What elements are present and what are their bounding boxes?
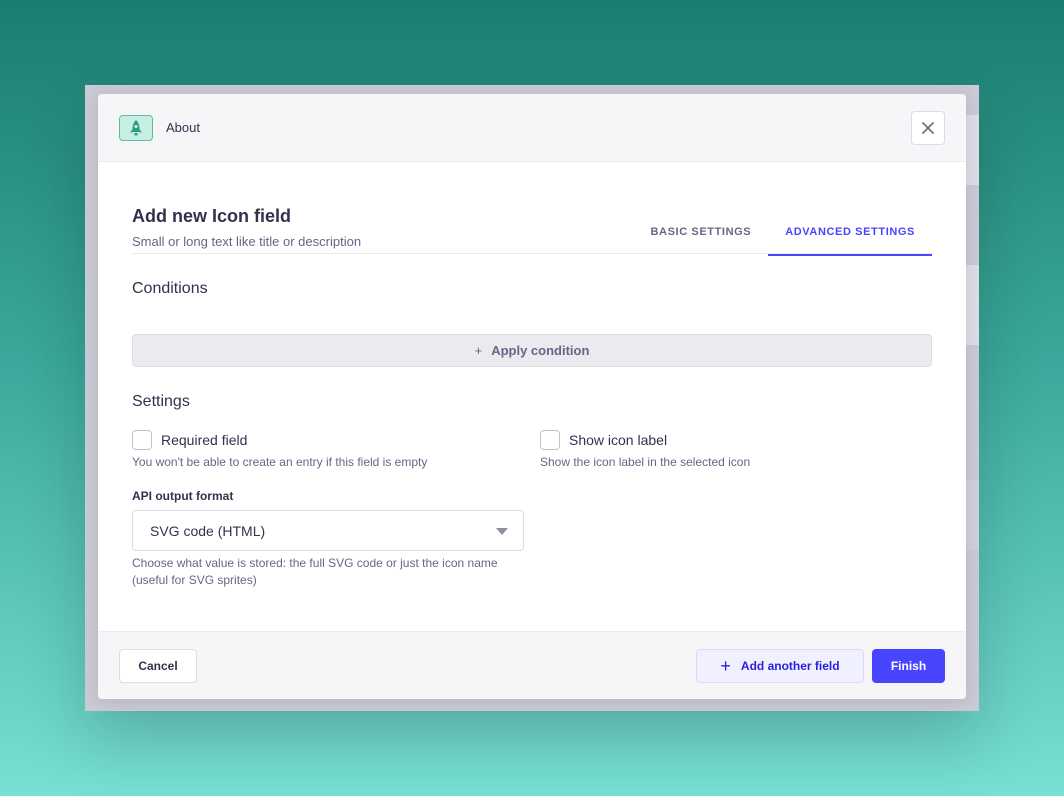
- plus-icon: +: [720, 656, 731, 676]
- required-field-hint: You won't be able to create an entry if …: [132, 455, 428, 469]
- field-heading-row: Add new Icon field Small or long text li…: [132, 162, 932, 256]
- api-output-format-hint: Choose what value is stored: the full SV…: [132, 556, 498, 587]
- required-field-checkbox[interactable]: [132, 430, 152, 450]
- apply-condition-button[interactable]: + Apply condition: [132, 334, 932, 367]
- modal-breadcrumb-title: About: [166, 120, 200, 135]
- backdrop-strip: [965, 265, 979, 345]
- api-output-format-label: API output format: [132, 489, 234, 503]
- cancel-button[interactable]: Cancel: [119, 649, 197, 683]
- api-output-format-value: SVG code (HTML): [150, 522, 266, 539]
- finish-button[interactable]: Finish: [872, 649, 945, 683]
- close-icon: [922, 122, 934, 134]
- conditions-title: Conditions: [132, 280, 208, 297]
- apply-condition-label: Apply condition: [491, 343, 590, 358]
- add-another-field-button[interactable]: + Add another field: [696, 649, 864, 683]
- close-button[interactable]: [911, 111, 945, 145]
- settings-title: Settings: [132, 393, 190, 410]
- backdrop-strip: [965, 480, 979, 550]
- show-icon-label-checkbox[interactable]: [540, 430, 560, 450]
- required-field-label: Required field: [161, 432, 248, 448]
- rocket-icon: [119, 114, 153, 141]
- modal-header: About: [98, 94, 966, 162]
- backdrop-strip: [965, 115, 979, 185]
- show-icon-label-label: Show icon label: [569, 432, 668, 448]
- plus-icon: +: [474, 343, 483, 358]
- add-another-field-label: Add another field: [740, 659, 840, 673]
- field-subtitle: Small or long text like title or descrip…: [132, 234, 362, 249]
- api-output-format-select[interactable]: SVG code (HTML): [132, 510, 524, 551]
- show-icon-label-option: Show icon label: [540, 430, 667, 450]
- tab-advanced-settings[interactable]: ADVANCED SETTINGS: [768, 218, 932, 256]
- settings-tabs: BASIC SETTINGS ADVANCED SETTINGS: [634, 218, 932, 256]
- show-icon-label-hint: Show the icon label in the selected icon: [540, 455, 751, 469]
- caret-down-icon: [496, 528, 508, 535]
- required-field-option: Required field: [132, 430, 247, 450]
- modal-footer: Cancel + Add another field Finish: [98, 631, 966, 699]
- tab-basic-settings[interactable]: BASIC SETTINGS: [634, 218, 769, 256]
- modal-dialog: About Add new Icon field Small or long t…: [98, 94, 966, 699]
- field-title: Add new Icon field: [132, 206, 292, 226]
